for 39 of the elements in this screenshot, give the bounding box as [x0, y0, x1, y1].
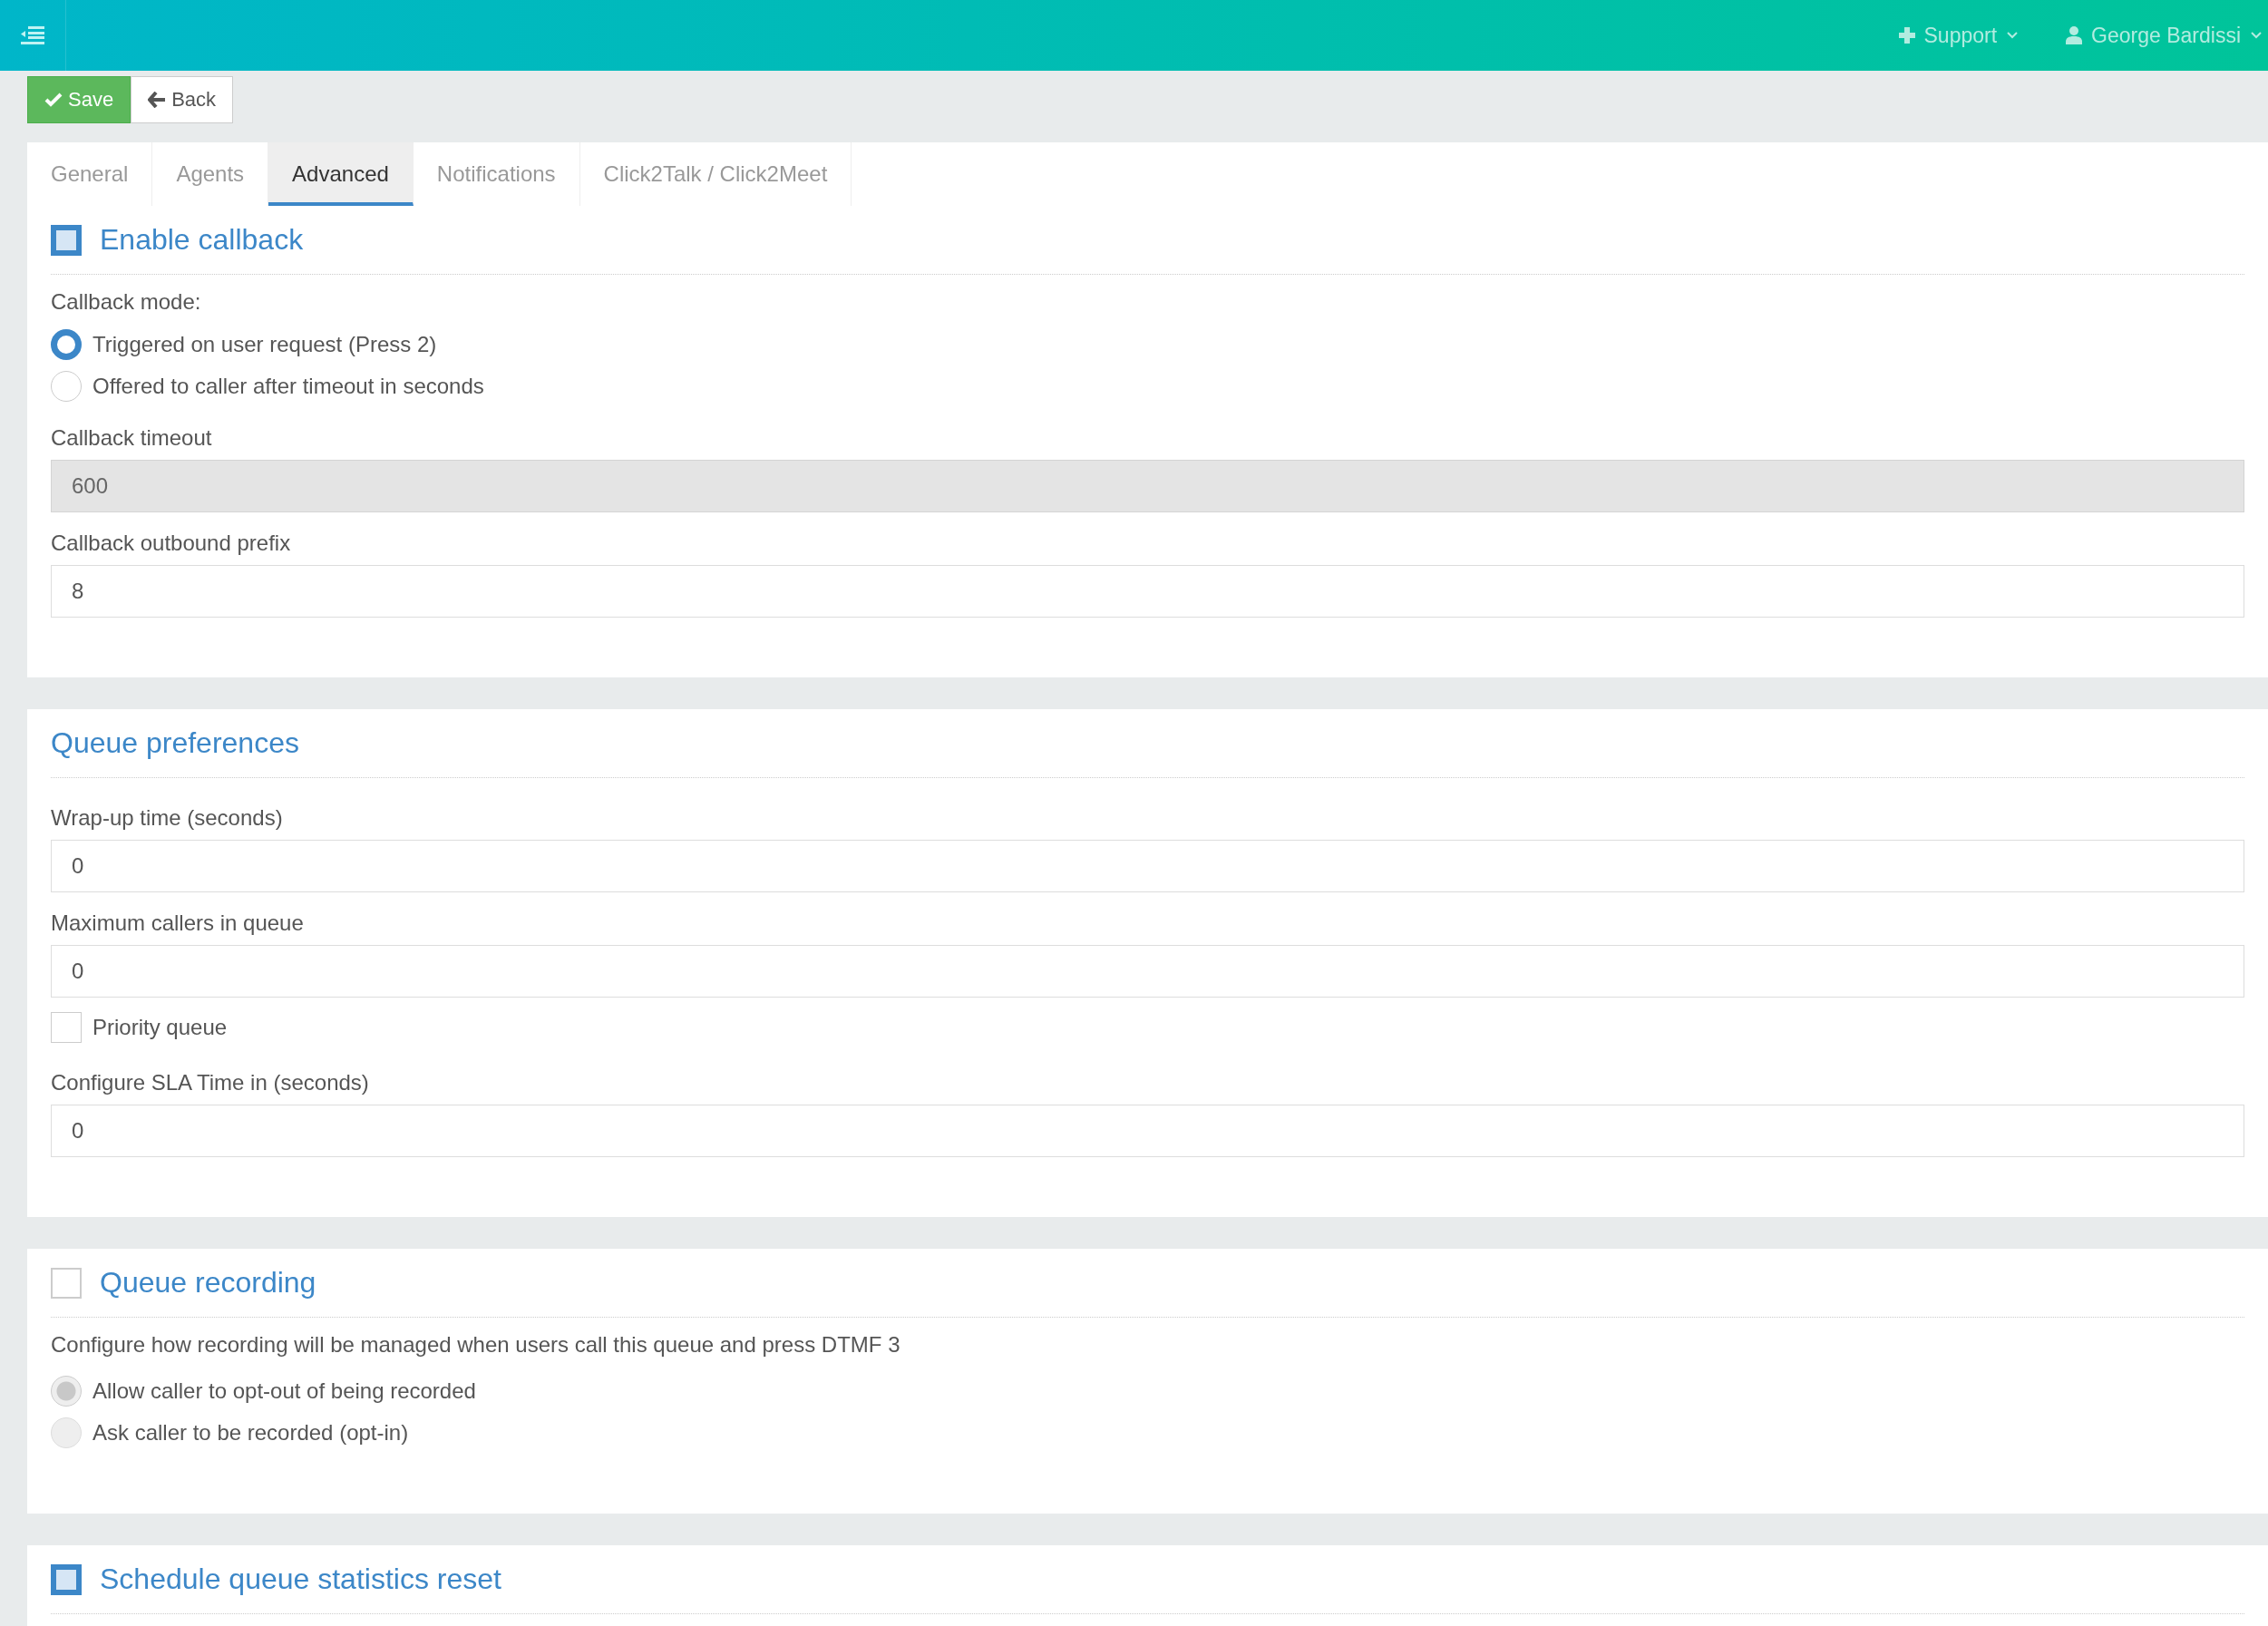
section-title: Enable callback — [100, 223, 304, 257]
input-field[interactable]: 0 — [51, 840, 2244, 892]
user-icon — [2066, 26, 2083, 44]
input-field[interactable]: 0 — [51, 945, 2244, 998]
radio-label: Ask caller to be recorded (opt-in) — [92, 1420, 409, 1446]
field-label: Callback timeout — [51, 424, 213, 452]
radio-label: Offered to caller after timeout in seconds — [92, 374, 484, 399]
input-field[interactable]: 0 — [51, 1105, 2244, 1157]
radio-button[interactable] — [51, 329, 82, 360]
tab[interactable]: General — [51, 142, 153, 206]
back-button[interactable]: Back — [131, 76, 234, 123]
input-field[interactable]: 8 — [51, 565, 2244, 618]
radio-button[interactable] — [51, 371, 82, 402]
chevron-down-icon — [2006, 31, 2020, 40]
checkbox-label: Priority queue — [92, 1015, 228, 1040]
field-label: Callback mode: — [51, 288, 202, 316]
check-icon — [44, 92, 63, 107]
section-title: Queue preferences — [51, 726, 299, 760]
field-label: Callback outbound prefix — [51, 530, 292, 557]
checkbox[interactable] — [51, 224, 82, 256]
section-title: Queue recording — [100, 1266, 316, 1300]
arrow-left-icon — [148, 92, 167, 108]
field-label: Configure SLA Time in (seconds) — [51, 1069, 370, 1096]
tab[interactable]: Notifications — [413, 142, 580, 206]
section-title: Schedule queue statistics reset — [100, 1563, 501, 1596]
checkbox[interactable] — [51, 1563, 82, 1595]
plus-icon — [1898, 27, 1915, 44]
tab[interactable]: Click2Talk / Click2Meet — [579, 142, 852, 206]
menu-icon[interactable] — [21, 26, 44, 44]
checkbox[interactable] — [51, 1012, 82, 1043]
radio-label: Allow caller to opt-out of being recorded — [92, 1378, 476, 1404]
tab[interactable]: Advanced — [268, 142, 414, 206]
radio-label: Triggered on user request (Press 2) — [92, 332, 437, 357]
save-button[interactable]: Save — [27, 76, 131, 123]
field-label: Maximum callers in queue — [51, 910, 305, 937]
checkbox[interactable] — [51, 1267, 82, 1299]
chevron-down-icon — [2250, 31, 2263, 40]
description-text: Configure how recording will be managed when users call this queue and press DTMF 3 — [51, 1331, 901, 1358]
field-label: Wrap-up time (seconds) — [51, 804, 284, 832]
